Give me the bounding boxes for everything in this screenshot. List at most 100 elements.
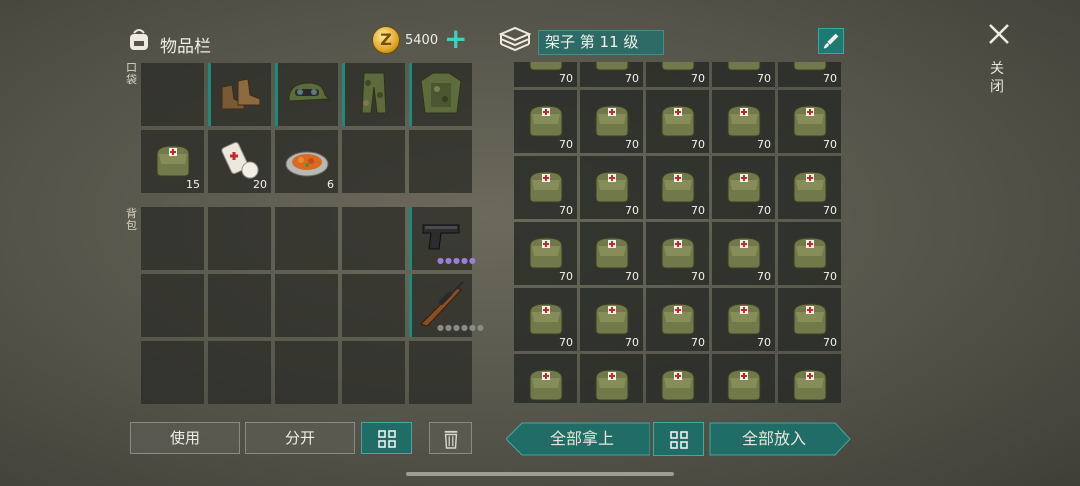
shelf-slot[interactable]: 70 <box>514 90 577 153</box>
trash-icon <box>444 430 457 449</box>
camo-jacket-icon <box>420 72 462 114</box>
shelf-slot[interactable]: 70 <box>712 156 775 219</box>
pocket-slot[interactable] <box>342 130 405 193</box>
put-all-button[interactable]: 全部放入 <box>710 422 838 456</box>
first-aid-bag-icon <box>793 171 827 203</box>
brush-icon <box>823 33 839 49</box>
inventory-title: 物品栏 <box>160 37 211 57</box>
pocket-slot[interactable] <box>141 63 204 126</box>
shelf-slot[interactable]: 70 <box>778 90 841 153</box>
shelf-slot[interactable]: 70 <box>580 222 643 285</box>
backpack-slot[interactable] <box>275 274 338 337</box>
shelf-slot[interactable]: 70 <box>514 222 577 285</box>
first-aid-bag-icon <box>595 105 629 137</box>
pocket-slot[interactable] <box>275 63 338 126</box>
backpack-slot[interactable] <box>275 207 338 270</box>
item-count: 70 <box>757 270 771 283</box>
home-indicator <box>406 472 674 476</box>
shelf-slot[interactable]: 70 <box>712 354 775 403</box>
backpack-label: 背包 <box>126 207 137 232</box>
backpack-slot[interactable]: ●●●●● <box>409 207 476 270</box>
shelf-slot[interactable]: 70 <box>778 288 841 351</box>
shelf-slot[interactable]: 70 <box>580 90 643 153</box>
backpack-slot[interactable] <box>208 274 271 337</box>
cap-with-goggles-icon <box>288 82 331 102</box>
backpack-slot[interactable] <box>141 341 204 404</box>
shelf-slot[interactable]: 70 <box>712 222 775 285</box>
item-count: 70 <box>757 138 771 151</box>
backpack-slot[interactable] <box>342 341 405 404</box>
pocket-slot[interactable] <box>409 63 472 126</box>
first-aid-bag-icon <box>661 237 695 269</box>
pocket-slot[interactable] <box>342 63 405 126</box>
backpack-slot[interactable] <box>141 207 204 270</box>
pocket-slot[interactable] <box>409 130 472 193</box>
sort-shelf-button[interactable] <box>653 422 704 456</box>
shelf-slot[interactable]: 70 <box>646 62 709 87</box>
backpack-slot[interactable]: ●●●●●● <box>409 274 484 337</box>
first-aid-bag-icon <box>661 369 695 401</box>
pocket-slot[interactable]: 15 <box>141 130 204 193</box>
backpack-slot[interactable] <box>275 341 338 404</box>
sniper-rifle-icon <box>420 281 464 327</box>
first-aid-bag-icon <box>727 369 761 401</box>
backpack-icon <box>130 29 148 50</box>
food-plate-icon <box>285 151 329 177</box>
first-aid-bag-icon <box>793 105 827 137</box>
split-button[interactable]: 分开 <box>245 422 355 454</box>
shelf-slot[interactable]: 70 <box>514 62 577 87</box>
shelf-slot[interactable]: 70 <box>646 288 709 351</box>
first-aid-bag-icon <box>595 171 629 203</box>
first-aid-bag-icon <box>661 303 695 335</box>
backpack-slot[interactable] <box>342 274 405 337</box>
shelf-slot[interactable]: 70 <box>580 354 643 403</box>
shelf-slot[interactable]: 70 <box>646 156 709 219</box>
boots-icon <box>221 78 261 110</box>
shelf-slot[interactable]: 70 <box>778 62 841 87</box>
shelf-slot[interactable]: 70 <box>646 90 709 153</box>
item-count: 70 <box>625 270 639 283</box>
add-coins-button[interactable]: + <box>444 25 468 54</box>
delete-button[interactable] <box>429 422 472 454</box>
take-all-button[interactable]: 全部拿上 <box>516 422 648 456</box>
shelf-slot[interactable]: 70 <box>646 222 709 285</box>
shelf-slot[interactable]: 70 <box>778 354 841 403</box>
backpack-slot[interactable] <box>141 274 204 337</box>
pocket-slot[interactable]: 20 <box>208 130 271 193</box>
item-count: 70 <box>757 336 771 349</box>
shelf-slot[interactable]: 70 <box>712 90 775 153</box>
shelf-slot[interactable]: 70 <box>778 156 841 219</box>
backpack-slot[interactable] <box>208 207 271 270</box>
item-count: 70 <box>559 270 573 283</box>
sort-inventory-button[interactable] <box>361 422 412 454</box>
sort-brush-button[interactable] <box>818 28 844 54</box>
item-count: 70 <box>691 204 705 217</box>
shelf-slot[interactable]: 70 <box>646 354 709 403</box>
shelf-slot[interactable]: 70 <box>712 288 775 351</box>
equipped-marker <box>409 274 412 337</box>
pistol-icon <box>422 224 460 250</box>
shelf-slot[interactable]: 70 <box>580 288 643 351</box>
item-count: 70 <box>823 336 837 349</box>
close-icon[interactable] <box>985 20 1013 48</box>
use-button[interactable]: 使用 <box>130 422 240 454</box>
backpack-slot[interactable] <box>208 341 271 404</box>
item-count: 70 <box>559 72 573 85</box>
shelf-slot[interactable]: 70 <box>778 222 841 285</box>
shelf-slot[interactable]: 70 <box>514 156 577 219</box>
shelf-slot[interactable]: 70 <box>514 354 577 403</box>
rarity-dots: ●●●●● <box>437 256 477 265</box>
backpack-slot[interactable] <box>342 207 405 270</box>
item-count: 70 <box>625 72 639 85</box>
shelf-slot[interactable]: 70 <box>580 62 643 87</box>
equipped-marker <box>409 207 412 270</box>
item-count: 70 <box>691 270 705 283</box>
pocket-slot[interactable]: 6 <box>275 130 338 193</box>
item-count: 70 <box>691 336 705 349</box>
pocket-slot[interactable] <box>208 63 271 126</box>
shelf-slot[interactable]: 70 <box>580 156 643 219</box>
backpack-slot[interactable] <box>409 341 472 404</box>
shelf-slot[interactable]: 70 <box>712 62 775 87</box>
shelf-slot[interactable]: 70 <box>514 288 577 351</box>
item-count: 70 <box>823 204 837 217</box>
